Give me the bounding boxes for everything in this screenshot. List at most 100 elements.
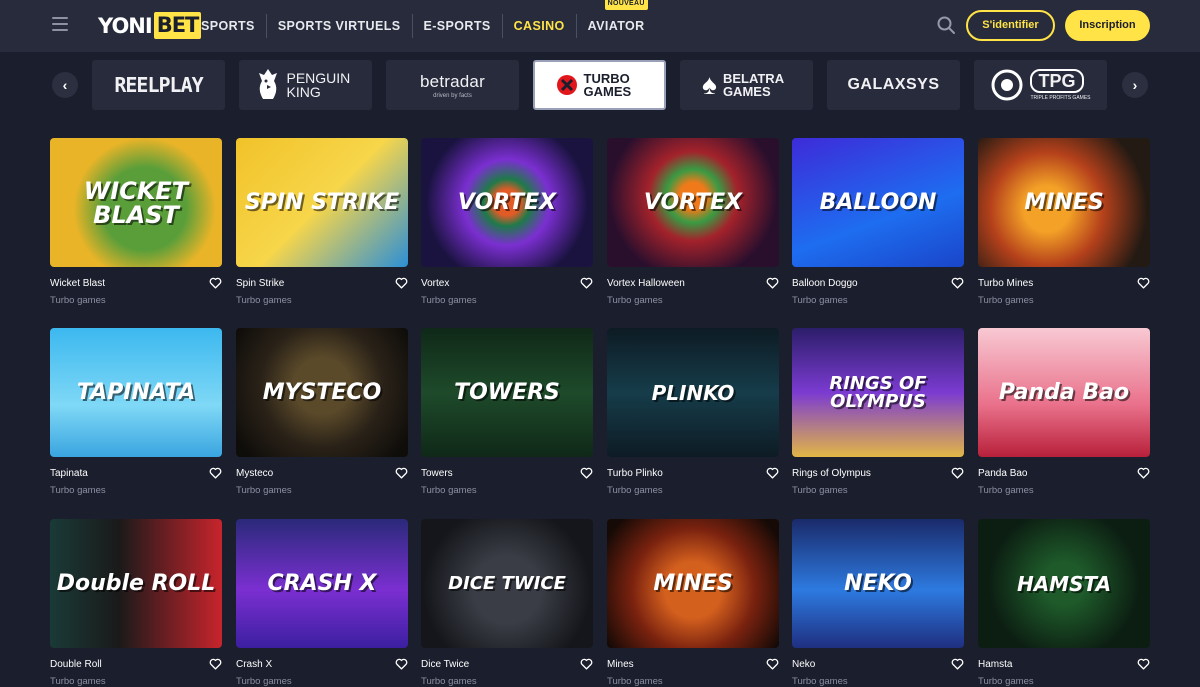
favorite-heart-icon[interactable] <box>395 277 408 289</box>
game-card[interactable]: VORTEX Vortex Turbo games <box>421 138 593 306</box>
new-badge: NOUVEAU <box>604 0 648 10</box>
game-card[interactable]: CRASH X Crash X Turbo games <box>236 519 408 687</box>
game-thumbnail[interactable]: RINGS OF OLYMPUS <box>792 328 964 457</box>
game-art-title: VORTEX <box>457 189 557 215</box>
game-art-title: TAPINATA <box>76 379 196 405</box>
game-thumbnail[interactable]: DICE TWICE <box>421 519 593 648</box>
game-title[interactable]: Balloon Doggo <box>792 278 858 289</box>
favorite-heart-icon[interactable] <box>209 658 222 670</box>
game-card[interactable]: MYSTECO Mysteco Turbo games <box>236 328 408 496</box>
game-card[interactable]: RINGS OF OLYMPUS Rings of Olympus Turbo ga… <box>792 328 964 496</box>
spade-icon: ♠ <box>702 69 717 100</box>
game-thumbnail[interactable]: MINES <box>978 138 1150 267</box>
favorite-heart-icon[interactable] <box>1137 467 1150 479</box>
favorite-heart-icon[interactable] <box>1137 658 1150 670</box>
favorite-heart-icon[interactable] <box>951 658 964 670</box>
game-thumbnail[interactable]: Panda Bao <box>978 328 1150 457</box>
game-provider: Turbo games <box>236 295 292 306</box>
game-thumbnail[interactable]: VORTEX <box>421 138 593 267</box>
favorite-heart-icon[interactable] <box>580 277 593 289</box>
provider-tpg[interactable]: TPG TRIPLE PROFITS GAMES <box>974 60 1107 110</box>
game-card[interactable]: NEKO Neko Turbo games <box>792 519 964 687</box>
next-providers-button[interactable]: › <box>1122 72 1148 98</box>
provider-galaxsys[interactable]: GALAXSYS <box>827 60 960 110</box>
game-title[interactable]: Tapinata <box>50 468 88 479</box>
game-card[interactable]: SPIN STRIKE Spin Strike Turbo games <box>236 138 408 306</box>
provider-penguin-king[interactable]: PENGUIN KING <box>239 60 372 110</box>
favorite-heart-icon[interactable] <box>766 658 779 670</box>
nav-item-aviator[interactable]: NOUVEAU AVIATOR <box>575 0 656 38</box>
favorite-heart-icon[interactable] <box>766 467 779 479</box>
game-title[interactable]: Turbo Plinko <box>607 468 663 479</box>
nav-item-sports[interactable]: SPORTS <box>190 14 266 38</box>
favorite-heart-icon[interactable] <box>209 277 222 289</box>
game-card[interactable]: TAPINATA Tapinata Turbo games <box>50 328 222 496</box>
provider-turbo-games[interactable]: TURBO GAMES <box>533 60 666 110</box>
game-title[interactable]: Spin Strike <box>236 278 284 289</box>
game-thumbnail[interactable]: CRASH X <box>236 519 408 648</box>
game-thumbnail[interactable]: PLINKO <box>607 328 779 457</box>
game-title[interactable]: Rings of Olympus <box>792 468 871 479</box>
favorite-heart-icon[interactable] <box>580 658 593 670</box>
game-card[interactable]: TOWERS Towers Turbo games <box>421 328 593 496</box>
game-provider: Turbo games <box>978 485 1034 496</box>
game-title[interactable]: Mines <box>607 659 634 670</box>
game-thumbnail[interactable]: TAPINATA <box>50 328 222 457</box>
menu-icon[interactable] <box>52 17 68 31</box>
game-thumbnail[interactable]: WICKET BLAST <box>50 138 222 267</box>
game-title[interactable]: Neko <box>792 659 815 670</box>
game-thumbnail[interactable]: TOWERS <box>421 328 593 457</box>
game-title[interactable]: Panda Bao <box>978 468 1028 479</box>
game-thumbnail[interactable]: MINES <box>607 519 779 648</box>
game-title[interactable]: Wicket Blast <box>50 278 105 289</box>
game-art-title: WICKET BLAST <box>83 176 189 229</box>
provider-reelplay[interactable]: REELPLAY <box>92 60 225 110</box>
game-title[interactable]: Crash X <box>236 659 272 670</box>
game-title[interactable]: Hamsta <box>978 659 1012 670</box>
favorite-heart-icon[interactable] <box>209 467 222 479</box>
provider-betradar[interactable]: betradar driven by facts <box>386 60 519 110</box>
game-card[interactable]: WICKET BLAST Wicket Blast Turbo games <box>50 138 222 306</box>
game-thumbnail[interactable]: HAMSTA <box>978 519 1150 648</box>
game-thumbnail[interactable]: Double ROLL <box>50 519 222 648</box>
game-card[interactable]: PLINKO Turbo Plinko Turbo games <box>607 328 779 496</box>
game-thumbnail[interactable]: BALLOON <box>792 138 964 267</box>
game-thumbnail[interactable]: SPIN STRIKE <box>236 138 408 267</box>
nav-item-sports-virtuels[interactable]: SPORTS VIRTUELS <box>265 14 412 38</box>
prev-providers-button[interactable]: ‹ <box>52 72 78 98</box>
favorite-heart-icon[interactable] <box>395 658 408 670</box>
nav-item-esports[interactable]: E-SPORTS <box>411 14 502 38</box>
game-thumbnail[interactable]: NEKO <box>792 519 964 648</box>
game-title[interactable]: Vortex Halloween <box>607 278 685 289</box>
game-thumbnail[interactable]: VORTEX <box>607 138 779 267</box>
favorite-heart-icon[interactable] <box>951 277 964 289</box>
search-icon[interactable] <box>936 15 956 35</box>
game-title[interactable]: Towers <box>421 468 453 479</box>
favorite-heart-icon[interactable] <box>951 467 964 479</box>
register-button[interactable]: Inscription <box>1065 10 1150 41</box>
game-title[interactable]: Double Roll <box>50 659 102 670</box>
penguin-icon <box>258 69 277 99</box>
site-logo[interactable]: YONI BET <box>98 12 202 39</box>
nav-item-casino[interactable]: CASINO <box>501 14 576 38</box>
login-button[interactable]: S'identifier <box>966 10 1055 41</box>
favorite-heart-icon[interactable] <box>766 277 779 289</box>
game-card[interactable]: VORTEX Vortex Halloween Turbo games <box>607 138 779 306</box>
favorite-heart-icon[interactable] <box>395 467 408 479</box>
game-card[interactable]: MINES Mines Turbo games <box>607 519 779 687</box>
game-card[interactable]: DICE TWICE Dice Twice Turbo games <box>421 519 593 687</box>
game-title[interactable]: Turbo Mines <box>978 278 1033 289</box>
favorite-heart-icon[interactable] <box>580 467 593 479</box>
game-title[interactable]: Vortex <box>421 278 449 289</box>
provider-belatra[interactable]: ♠ BELATRA GAMES <box>680 60 813 110</box>
game-card[interactable]: MINES Turbo Mines Turbo games <box>978 138 1150 306</box>
game-card[interactable]: HAMSTA Hamsta Turbo games <box>978 519 1150 687</box>
game-card[interactable]: BALLOON Balloon Doggo Turbo games <box>792 138 964 306</box>
game-title[interactable]: Dice Twice <box>421 659 469 670</box>
game-card[interactable]: Panda Bao Panda Bao Turbo games <box>978 328 1150 496</box>
betradar-tagline: driven by facts <box>433 92 472 99</box>
favorite-heart-icon[interactable] <box>1137 277 1150 289</box>
game-thumbnail[interactable]: MYSTECO <box>236 328 408 457</box>
game-title[interactable]: Mysteco <box>236 468 273 479</box>
game-card[interactable]: Double ROLL Double Roll Turbo games <box>50 519 222 687</box>
